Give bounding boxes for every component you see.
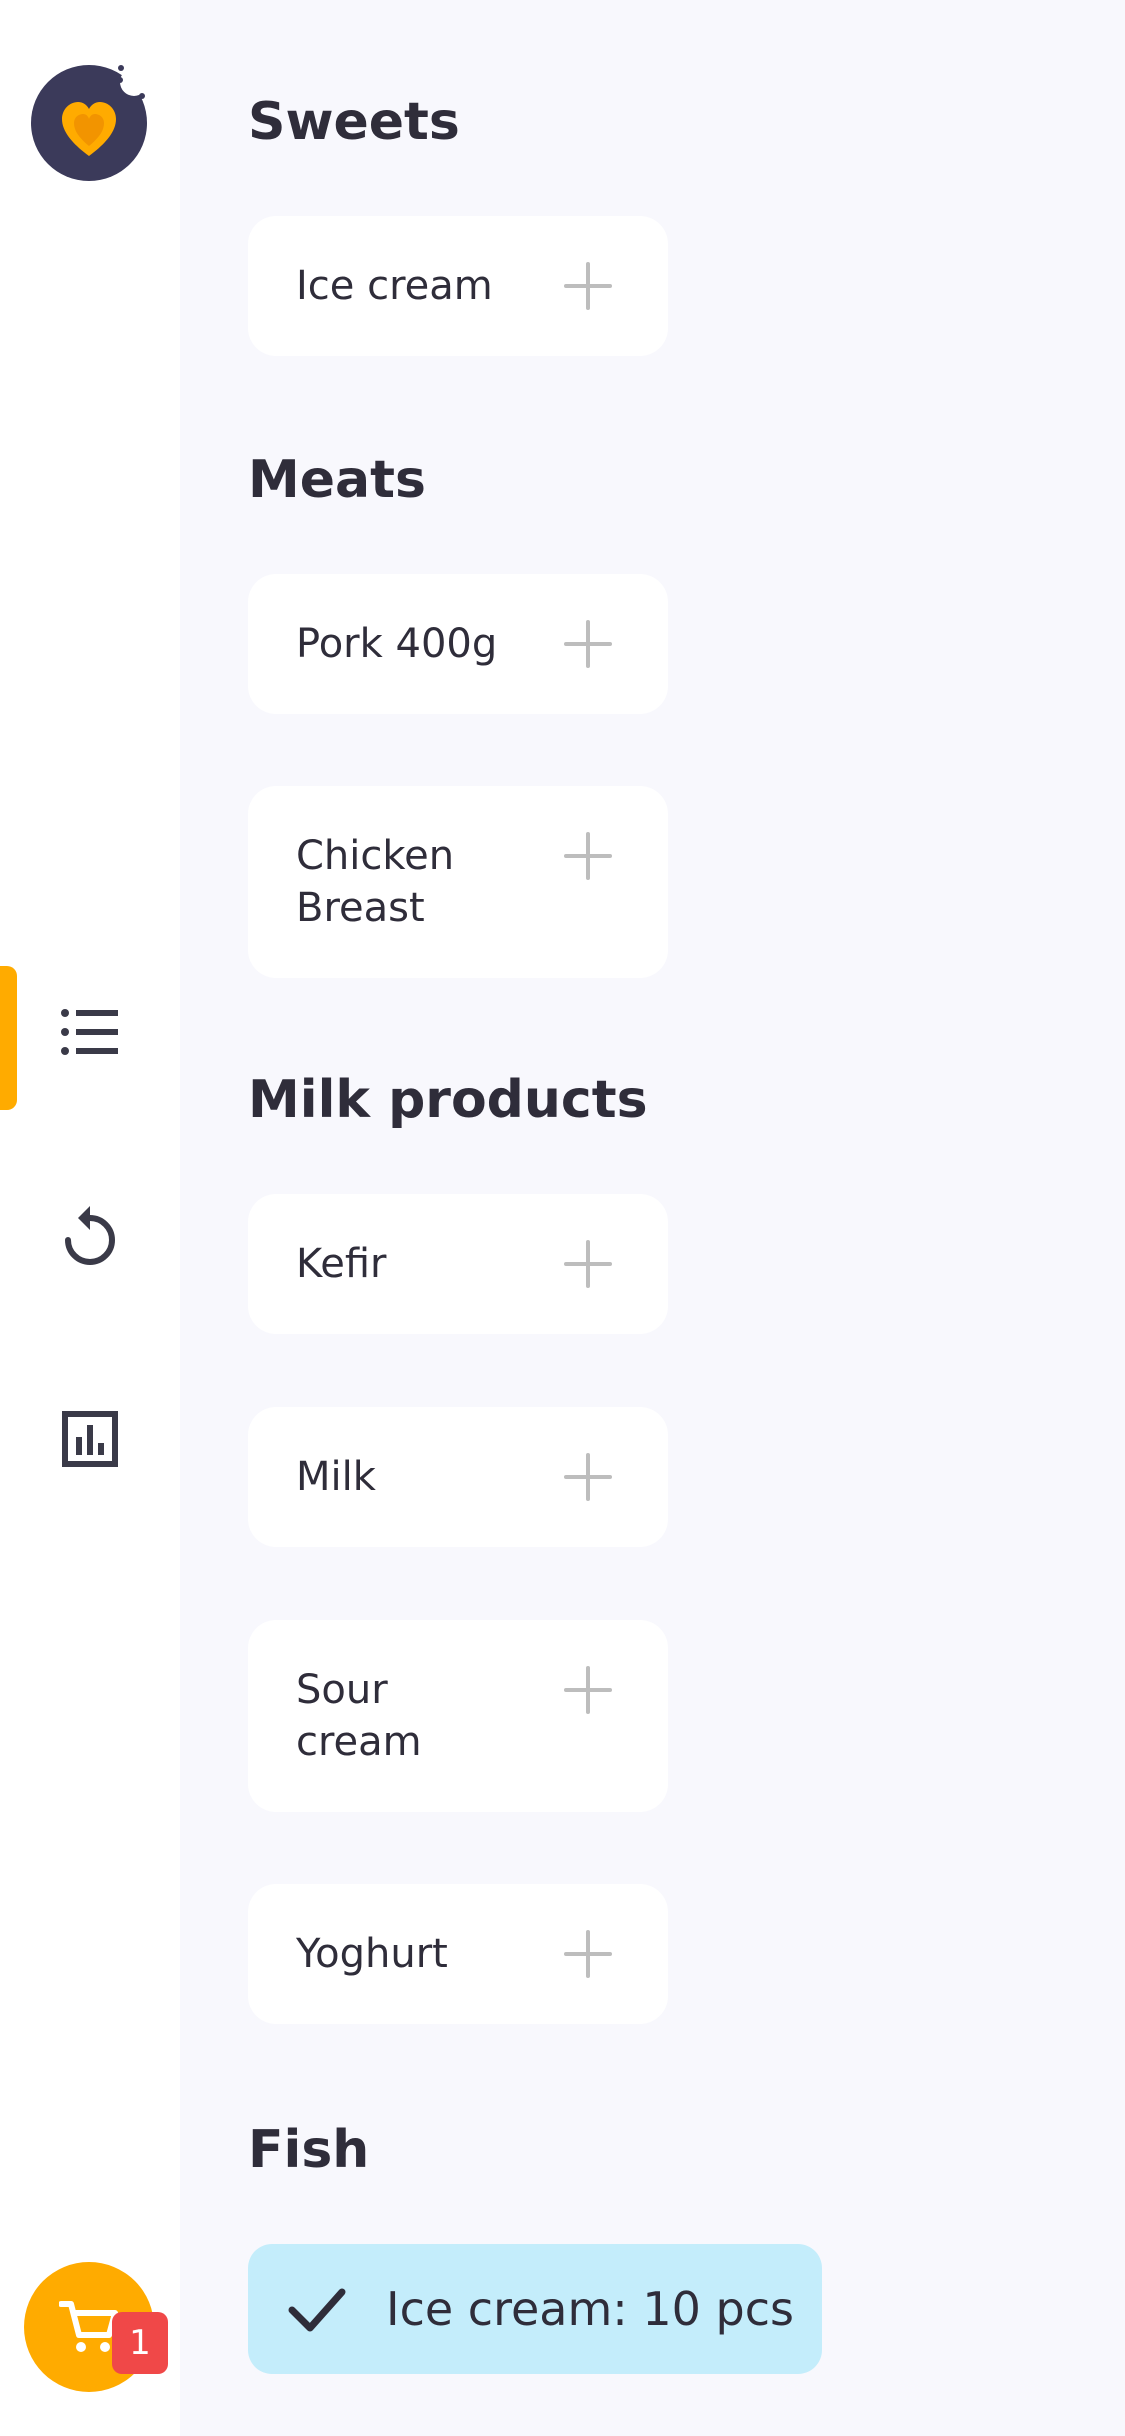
add-icon[interactable] (564, 1666, 612, 1714)
app-logo (30, 64, 148, 182)
section-title-fish: Fish (248, 2120, 370, 2180)
item-label: Ice cream (296, 263, 493, 309)
add-icon[interactable] (564, 262, 612, 310)
item-label: Pork 400g (296, 621, 498, 667)
item-card[interactable]: Pork 400g (248, 574, 668, 714)
add-icon[interactable] (564, 1930, 612, 1978)
nav-active-indicator (0, 966, 17, 1110)
nav-stats-button[interactable] (56, 1405, 124, 1473)
item-label: Sour cream (296, 1667, 422, 1765)
add-icon[interactable] (564, 1240, 612, 1288)
add-icon[interactable] (564, 620, 612, 668)
item-card[interactable]: Yoghurt (248, 1884, 668, 2024)
check-icon (288, 2288, 346, 2332)
add-icon[interactable] (564, 1453, 612, 1501)
cart-count-badge: 1 (112, 2312, 168, 2374)
stats-icon (62, 1411, 118, 1467)
item-label: Kefir (296, 1241, 387, 1287)
list-icon (61, 1009, 118, 1055)
section-title-meats: Meats (248, 450, 426, 510)
add-icon[interactable] (564, 832, 612, 880)
history-icon (65, 1206, 115, 1265)
cart-icon (59, 2301, 118, 2352)
item-label: Milk (296, 1454, 376, 1500)
item-card[interactable]: Milk (248, 1407, 668, 1547)
section-title-milk-products: Milk products (248, 1070, 648, 1130)
toast-notification: Ice cream: 10 pcs (248, 2244, 822, 2374)
item-card[interactable]: Kefir (248, 1194, 668, 1334)
item-card[interactable]: Ice cream (248, 216, 668, 356)
toast-text: Ice cream: 10 pcs (386, 2282, 795, 2336)
app-page: 1 Sweets Ice cream Meats Pork 400g Chick… (0, 0, 1125, 2436)
item-label: Yoghurt (296, 1931, 448, 1977)
sidebar: 1 (0, 0, 180, 2436)
item-card[interactable]: Sour cream (248, 1620, 668, 1812)
nav-history-button[interactable] (56, 1202, 124, 1270)
section-title-sweets: Sweets (248, 92, 460, 152)
item-label: Chicken Breast (296, 833, 455, 931)
nav-list-button[interactable] (56, 998, 124, 1066)
item-card[interactable]: Chicken Breast (248, 786, 668, 978)
